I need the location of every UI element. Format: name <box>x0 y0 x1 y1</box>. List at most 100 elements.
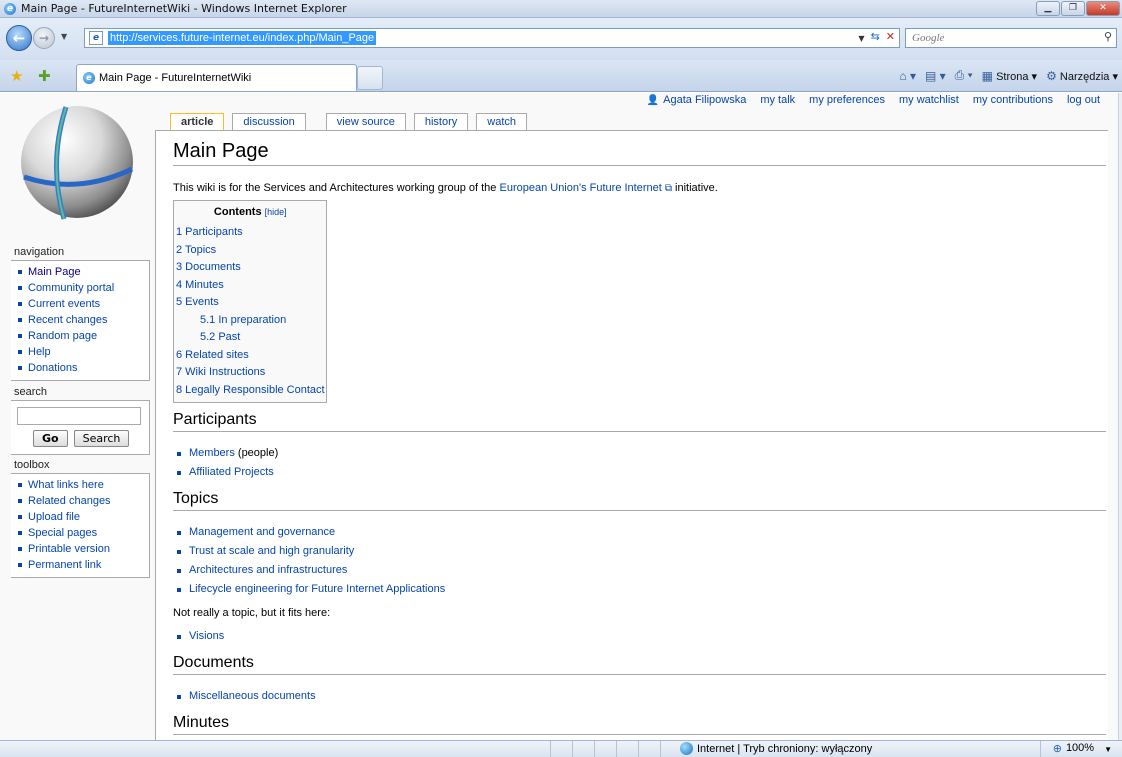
toc-link[interactable]: 8 Legally Responsible Contact <box>176 384 325 396</box>
toolbox-link[interactable]: Related changes <box>28 495 111 507</box>
browser-tab[interactable]: e Main Page - FutureInternetWiki <box>76 64 357 91</box>
stop-icon[interactable]: ✕ <box>886 30 895 47</box>
zoom-control[interactable]: ⊕ 100% ▼ <box>1053 742 1112 757</box>
search-input[interactable] <box>17 407 141 425</box>
visions-link[interactable]: Visions <box>189 630 224 642</box>
sidebar-link[interactable]: Recent changes <box>28 314 108 326</box>
toolbox-link[interactable]: Upload file <box>28 511 80 523</box>
status-divider <box>1040 741 1041 757</box>
address-url[interactable]: http://services.future-internet.eu/index… <box>108 31 377 45</box>
toc-item: 5.2 Past <box>176 329 325 347</box>
toc-hide-link[interactable]: [hide] <box>265 207 287 217</box>
go-button[interactable]: Go <box>33 430 68 447</box>
sidebar-item-current-events: Current events <box>18 296 149 312</box>
address-dropdown-icon[interactable]: ▼ <box>858 30 864 47</box>
toc-item: 6 Related sites <box>176 347 325 365</box>
tab-title: Main Page - FutureInternetWiki <box>99 72 252 84</box>
toc-link[interactable]: 6 Related sites <box>176 349 249 361</box>
sidebar-link[interactable]: Random page <box>28 330 97 342</box>
tools-menu[interactable]: ⚙ Narzędzia ▾ <box>1046 69 1118 83</box>
command-bar: ⌂ ▾ ▤ ▾ ⎙ ▾ ▦ Strona ▾ ⚙ Narzędzia ▾ <box>899 68 1118 83</box>
tab-watch[interactable]: watch <box>476 113 528 130</box>
toolbox-item-what-links-here: What links here <box>18 477 149 493</box>
participants-list: Members (people) Affiliated Projects <box>176 444 1106 482</box>
toolbox-link[interactable]: What links here <box>28 479 104 491</box>
toc-link[interactable]: 4 Minutes <box>176 279 224 291</box>
back-arrow-icon: ← <box>12 29 26 47</box>
tabs-row: ★ ✚ e Main Page - FutureInternetWiki ⌂ ▾… <box>0 60 1122 92</box>
log-out-link[interactable]: log out <box>1067 94 1100 106</box>
toolbox-link[interactable]: Special pages <box>28 527 97 539</box>
window-title-bar: e Main Page - FutureInternetWiki - Windo… <box>0 0 1122 18</box>
topic-link[interactable]: Lifecycle engineering for Future Interne… <box>189 583 445 595</box>
topics-note: Not really a topic, but it fits here: <box>173 607 331 619</box>
topic-link[interactable]: Management and governance <box>189 526 335 538</box>
tools-menu-label: Narzędzia <box>1059 70 1110 83</box>
page-menu[interactable]: ▦ Strona ▾ <box>982 69 1037 83</box>
toc-link[interactable]: 3 Documents <box>176 261 241 273</box>
close-button[interactable]: ✕ <box>1086 1 1120 16</box>
tab-discussion[interactable]: discussion <box>232 113 306 130</box>
topic-link[interactable]: Trust at scale and high granularity <box>189 545 354 557</box>
zoom-dropdown-icon[interactable]: ▼ <box>1104 742 1112 757</box>
toc-link[interactable]: 5.2 Past <box>200 331 240 343</box>
new-tab-button[interactable] <box>357 66 383 90</box>
affiliated-projects-link[interactable]: Affiliated Projects <box>189 466 274 478</box>
sidebar-link[interactable]: Current events <box>28 298 100 310</box>
tab-history[interactable]: history <box>413 113 469 130</box>
navigation-title: navigation <box>14 246 65 258</box>
feeds-icon[interactable]: ▤ ▾ <box>925 69 946 83</box>
search-engine-input[interactable]: Google ⚲ <box>905 28 1117 48</box>
history-dropdown-icon[interactable]: ▼ <box>61 32 67 41</box>
my-talk-link[interactable]: my talk <box>760 94 795 106</box>
user-name: Agata Filipowska <box>663 94 747 106</box>
toolbox-link[interactable]: Printable version <box>28 543 110 555</box>
wiki-logo-globe-icon[interactable] <box>18 103 136 221</box>
search-button[interactable]: Search <box>73 430 130 447</box>
sidebar-link[interactable]: Main Page <box>28 266 81 278</box>
toolbox-item-printable-version: Printable version <box>18 541 149 557</box>
tab-article[interactable]: article <box>170 113 225 130</box>
my-contributions-link[interactable]: my contributions <box>973 94 1053 106</box>
home-icon[interactable]: ⌂ ▾ <box>899 69 916 83</box>
my-watchlist-link[interactable]: my watchlist <box>899 94 959 106</box>
toolbox-link[interactable]: Permanent link <box>28 559 101 571</box>
list-item: Affiliated Projects <box>176 463 1106 482</box>
sidebar-item-community-portal: Community portal <box>18 280 149 296</box>
members-link[interactable]: Members <box>189 447 235 459</box>
sidebar-link[interactable]: Donations <box>28 362 78 374</box>
forward-button[interactable]: → <box>33 27 55 49</box>
back-button[interactable]: ← <box>6 25 32 51</box>
toc-item: 3 Documents <box>176 259 325 277</box>
refresh-icon[interactable]: ⇆ <box>871 30 880 47</box>
add-favorites-icon[interactable]: ✚ <box>38 67 51 85</box>
user-page-link[interactable]: 👤 Agata Filipowska <box>647 94 747 106</box>
vertical-scrollbar[interactable] <box>1118 93 1122 740</box>
toc-link[interactable]: 7 Wiki Instructions <box>176 366 265 378</box>
security-zone[interactable]: Internet | Tryb chroniony: wyłączony <box>680 742 872 755</box>
toc-link[interactable]: 1 Participants <box>176 226 243 238</box>
toc-link[interactable]: 5 Events <box>176 296 219 308</box>
my-preferences-link[interactable]: my preferences <box>809 94 885 106</box>
ie-logo-icon: e <box>4 2 16 15</box>
navigation-list: Main Page Community portal Current event… <box>18 264 149 376</box>
search-icon[interactable]: ⚲ <box>1104 30 1112 43</box>
minimize-button[interactable]: ▁ <box>1036 1 1060 16</box>
sidebar-link[interactable]: Help <box>28 346 51 358</box>
toc-link[interactable]: 5.1 In preparation <box>200 314 286 326</box>
maximize-button[interactable]: ❐ <box>1061 1 1085 16</box>
toolbox-portlet: toolbox What links here Related changes … <box>11 459 150 578</box>
gear-icon: ⚙ <box>1046 68 1057 83</box>
sidebar-link[interactable]: Community portal <box>28 282 114 294</box>
address-field[interactable]: e http://services.future-internet.eu/ind… <box>84 28 900 48</box>
sidebar-item-random-page: Random page <box>18 328 149 344</box>
print-icon[interactable]: ⎙ ▾ <box>955 68 973 83</box>
eu-future-internet-link[interactable]: European Union's Future Internet <box>499 182 661 194</box>
topic-link[interactable]: Architectures and infrastructures <box>189 564 347 576</box>
navigation-portlet: navigation Main Page Community portal Cu… <box>11 246 150 381</box>
sidebar-item-main-page: Main Page <box>18 264 149 280</box>
toc-link[interactable]: 2 Topics <box>176 244 216 256</box>
misc-documents-link[interactable]: Miscellaneous documents <box>189 690 316 702</box>
favorites-star-icon[interactable]: ★ <box>10 67 23 85</box>
tab-view-source[interactable]: view source <box>325 113 406 130</box>
